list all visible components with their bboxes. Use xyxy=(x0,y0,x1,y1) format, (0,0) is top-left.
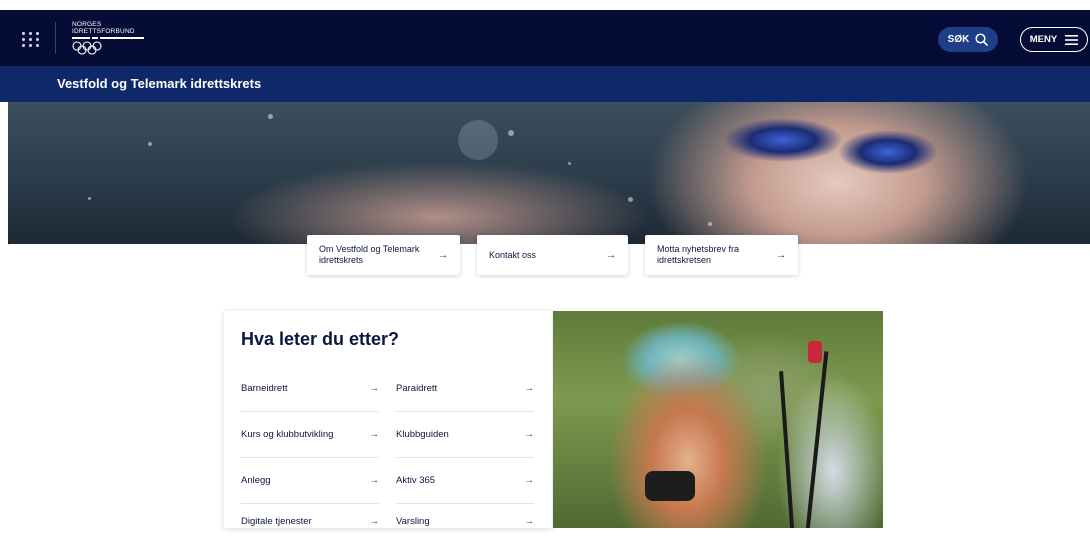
arrow-right-icon: → xyxy=(524,515,535,527)
link-barneidrett[interactable]: Barneidrett → xyxy=(241,366,379,412)
quick-link-om[interactable]: Om Vestfold og Telemark idrettskrets → xyxy=(307,235,460,275)
logo-flag-bars xyxy=(72,37,144,39)
link-label: Paraidrett xyxy=(396,383,438,394)
menu-button[interactable]: MENY xyxy=(1020,27,1088,52)
arrow-right-icon: → xyxy=(776,249,786,261)
kids-skiing-photo xyxy=(553,311,883,528)
hero-swimmer-image xyxy=(8,102,1090,248)
search-button[interactable]: SØK xyxy=(938,27,998,52)
arrow-right-icon: → xyxy=(369,475,380,486)
quick-link-label: Kontakt oss xyxy=(489,249,537,260)
olympic-rings-icon xyxy=(72,41,102,55)
search-icon xyxy=(975,33,989,46)
arrow-right-icon: → xyxy=(369,429,380,440)
arrow-right-icon: → xyxy=(438,249,448,261)
logo-text-line1: NORGES xyxy=(72,21,102,28)
link-paraidrett[interactable]: Paraidrett → xyxy=(396,366,534,412)
arrow-right-icon: → xyxy=(369,383,380,394)
arrow-right-icon: → xyxy=(369,515,380,527)
hamburger-icon xyxy=(1065,34,1079,45)
arrow-right-icon: → xyxy=(524,475,535,486)
link-kurs-og-klubbutvikling[interactable]: Kurs og klubbutvikling → xyxy=(241,412,379,458)
ski-pole xyxy=(779,371,795,528)
divider xyxy=(55,22,56,54)
what-are-you-looking-for-panel: Hva leter du etter? Barneidrett → Paraid… xyxy=(224,311,552,528)
link-label: Varsling xyxy=(396,515,430,527)
arrow-right-icon: → xyxy=(524,429,535,440)
panel-heading: Hva leter du etter? xyxy=(241,329,400,349)
link-label: Digitale tjenester xyxy=(241,515,312,527)
district-header: Vestfold og Telemark idrettskrets xyxy=(0,66,1090,102)
link-digitale-tjenester[interactable]: Digitale tjenester → xyxy=(241,498,379,544)
link-label: Aktiv 365 xyxy=(396,475,436,486)
quick-link-nyhetsbrev[interactable]: Motta nyhetsbrev fra idrettskretsen → xyxy=(645,235,798,275)
glove xyxy=(645,471,695,501)
quick-link-kontakt[interactable]: Kontakt oss → xyxy=(477,235,628,275)
top-navigation-bar: NORGES IDRETTSFORBUND SØK MENY xyxy=(0,10,1090,66)
arrow-right-icon: → xyxy=(606,249,616,261)
norges-idrettsforbund-logo[interactable]: NORGES IDRETTSFORBUND xyxy=(72,21,144,55)
search-button-label: SØK xyxy=(947,34,970,45)
pole-grip xyxy=(808,341,822,363)
menu-button-label: MENY xyxy=(1029,34,1058,45)
district-title-link[interactable]: Vestfold og Telemark idrettskrets xyxy=(57,76,261,91)
link-varsling[interactable]: Varsling → xyxy=(396,498,534,544)
quick-link-label: Motta nyhetsbrev fra idrettskretsen xyxy=(657,244,740,265)
ski-pole xyxy=(805,351,829,528)
quick-link-label: Om Vestfold og Telemark idrettskrets xyxy=(319,244,420,265)
logo-text-line2: IDRETTSFORBUND xyxy=(72,28,135,35)
link-klubbguiden[interactable]: Klubbguiden → xyxy=(396,412,534,458)
link-label: Anlegg xyxy=(241,475,271,486)
link-label: Kurs og klubbutvikling xyxy=(241,429,334,440)
link-label: Barneidrett xyxy=(241,383,288,394)
apps-grid-icon[interactable] xyxy=(20,28,42,50)
link-label: Klubbguiden xyxy=(396,429,449,440)
arrow-right-icon: → xyxy=(524,383,535,394)
